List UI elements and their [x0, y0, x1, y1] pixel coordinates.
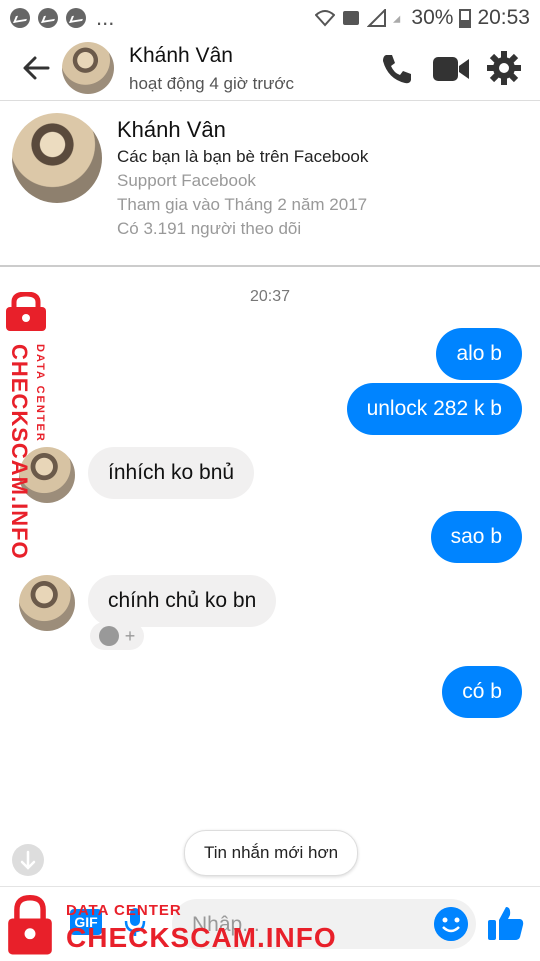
outgoing-message[interactable]: alo b — [436, 328, 522, 380]
watermark-bottom: CHECKSCAM.INFO — [66, 922, 337, 953]
messenger-notification-icon — [10, 8, 30, 28]
conversation-header: Khánh Vân hoạt động 4 giờ trước — [0, 36, 540, 101]
emoji-icon[interactable] — [434, 907, 468, 941]
signal-icon — [367, 9, 387, 27]
followers-info: Có 3.191 người theo dõi — [117, 219, 302, 238]
thumbs-up-icon[interactable] — [486, 903, 526, 943]
lock-logo-icon — [8, 894, 52, 955]
signal-icon — [393, 15, 401, 23]
battery-icon — [459, 9, 472, 28]
joined-info: Tham gia vào Tháng 2 năm 2017 — [117, 195, 368, 214]
profile-avatar[interactable] — [12, 113, 102, 203]
status-bar: ... 30% 20:53 — [0, 0, 540, 36]
wifi-icon — [315, 10, 336, 27]
profile-card: Khánh Vân Các bạn là bạn bè trên Faceboo… — [0, 101, 540, 267]
back-arrow-icon[interactable] — [18, 50, 54, 86]
video-call-icon[interactable] — [432, 54, 470, 84]
outgoing-message[interactable]: unlock 282 k b — [346, 383, 522, 435]
lock-logo-icon — [6, 292, 46, 331]
active-status: hoạt động 4 giờ trước — [129, 74, 295, 93]
friends-info: Các bạn là bạn bè trên Facebook — [117, 147, 369, 166]
profile-name: Khánh Vân — [117, 117, 226, 142]
phone-call-icon[interactable] — [380, 52, 414, 86]
scroll-down-button[interactable] — [12, 844, 44, 876]
outgoing-message[interactable]: sao b — [430, 511, 522, 563]
smiley-icon — [98, 626, 119, 646]
contact-avatar[interactable] — [62, 42, 114, 94]
battery-percent: 30% — [411, 6, 454, 29]
outgoing-message[interactable]: có b — [442, 666, 522, 718]
sender-avatar — [19, 575, 75, 631]
watermark-side: CHECKSCAM.INFO — [7, 344, 32, 560]
incoming-message[interactable]: ínhích ko bnủ — [88, 447, 255, 499]
watermark-side-small: DATA CENTER — [34, 344, 46, 443]
messenger-notification-icon — [38, 8, 58, 28]
plus-icon: + — [124, 625, 136, 646]
more-notifications: ... — [96, 5, 115, 30]
newer-messages-button[interactable]: Tin nhắn mới hơn — [184, 830, 358, 876]
messenger-notification-icon — [66, 8, 86, 28]
incoming-message[interactable]: chính chủ ko bn — [88, 575, 277, 627]
arrow-down-icon — [20, 850, 36, 870]
gear-icon[interactable] — [486, 50, 522, 86]
contact-name[interactable]: Khánh Vân — [129, 44, 233, 68]
cast-icon — [343, 11, 360, 25]
watermark-bottom-small: DATA CENTER — [66, 902, 182, 919]
add-reaction-button[interactable]: + — [90, 622, 144, 650]
message-timestamp: 20:37 — [249, 288, 291, 305]
clock: 20:53 — [477, 6, 530, 29]
work-info: Support Facebook — [117, 171, 256, 190]
